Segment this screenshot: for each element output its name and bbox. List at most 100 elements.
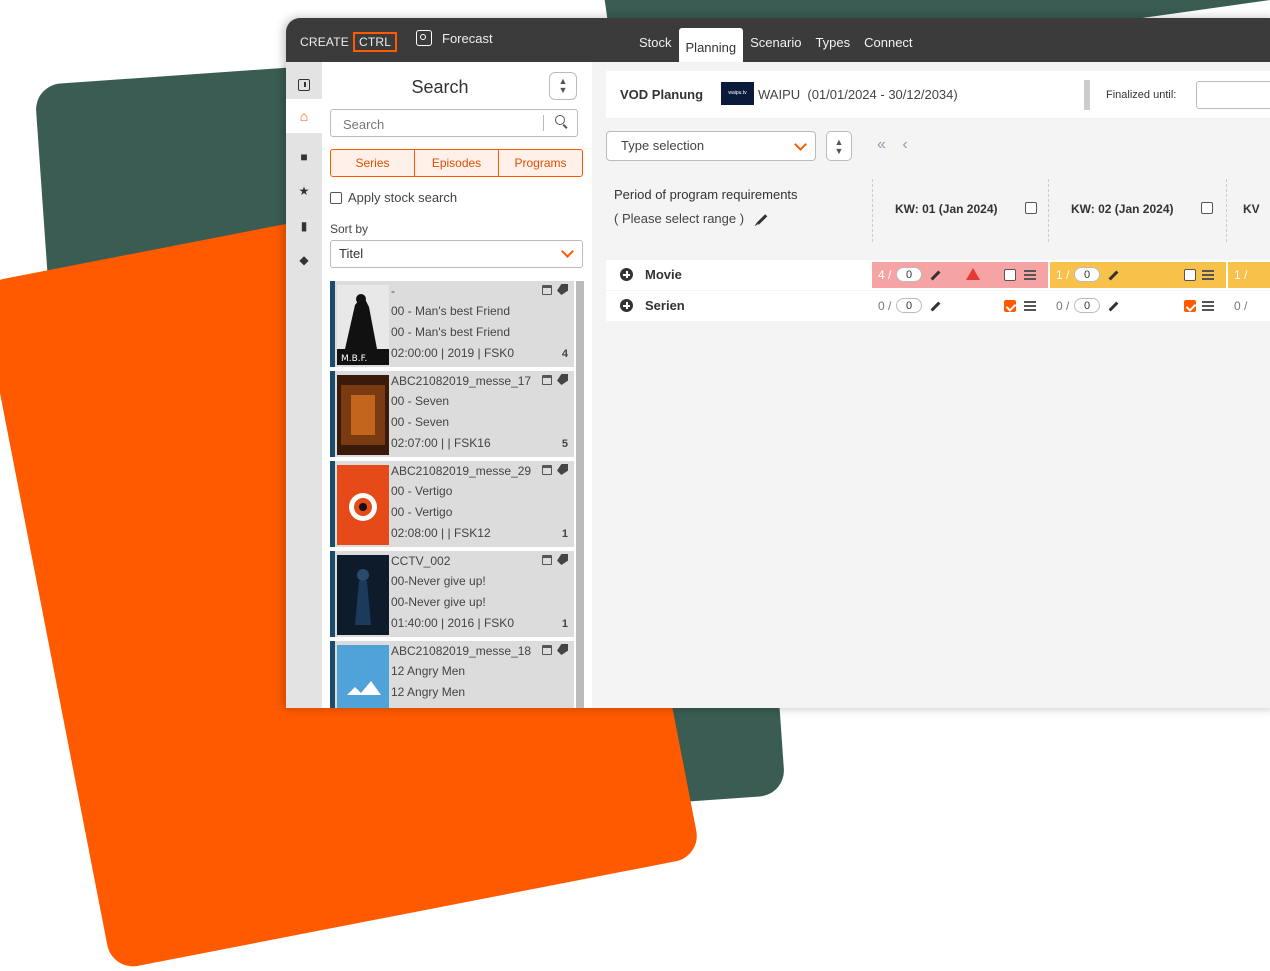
tag-icon[interactable]: ◆ (298, 254, 310, 266)
row-label[interactable]: Serien (620, 298, 685, 313)
expand-plus-icon[interactable] (620, 299, 633, 312)
calendar-icon[interactable] (542, 555, 552, 565)
star-icon[interactable]: ★ (298, 185, 310, 197)
list-icon[interactable] (1202, 301, 1214, 311)
tab-planning[interactable]: Planning (678, 28, 744, 62)
item-line: 00-Never give up! (391, 574, 486, 588)
channel-logo: waipu.tv (721, 82, 754, 105)
home-icon[interactable]: ⌂ (286, 99, 322, 133)
cell-value[interactable]: 0 (1074, 298, 1100, 313)
tag-icon[interactable] (557, 464, 568, 475)
week-cell[interactable]: 0 / (1228, 293, 1270, 319)
search-box (330, 109, 578, 137)
item-meta: 02:00:00 | 2019 | FSK0 (391, 346, 514, 360)
week-cell[interactable]: 1 / 0 (1050, 262, 1226, 288)
cell-checkbox[interactable] (1004, 300, 1016, 312)
week-cell[interactable]: 0 / 0 (872, 293, 1048, 319)
item-line: 00 - Seven (391, 415, 450, 429)
list-item[interactable]: ABC21082019_messe_29 00 - Vertigo 00 - V… (330, 461, 574, 547)
results-scrollbar[interactable] (576, 281, 584, 708)
list-item[interactable]: CCTV_002 00-Never give up! 00-Never give… (330, 551, 574, 637)
forecast-link[interactable]: Forecast (416, 30, 493, 46)
week-cell[interactable]: 0 / 0 (1050, 293, 1226, 319)
apply-stock-search-label: Apply stock search (348, 190, 458, 205)
calendar-icon[interactable] (542, 645, 552, 655)
item-title: CCTV_002 (391, 554, 451, 568)
list-icon[interactable] (1202, 270, 1214, 280)
row-label[interactable]: Movie (620, 267, 682, 282)
item-line: 12 Angry Men (391, 664, 466, 678)
item-title: ABC21082019_messe_17 (391, 374, 532, 388)
filter-episodes-button[interactable]: Episodes (415, 150, 499, 176)
week-checkbox[interactable] (1025, 202, 1037, 214)
tab-types[interactable]: Types (808, 30, 857, 62)
forecast-icon (416, 30, 432, 46)
search-icon[interactable] (555, 115, 567, 127)
search-input[interactable] (335, 113, 545, 135)
tab-scenario[interactable]: Scenario (743, 30, 808, 62)
list-icon[interactable] (1024, 270, 1036, 280)
tab-connect[interactable]: Connect (857, 30, 919, 62)
pin-icon[interactable]: ▮ (298, 220, 310, 232)
week-label: KW: 01 (Jan 2024) (895, 202, 998, 216)
cell-checkbox[interactable] (1184, 269, 1196, 281)
sort-by-value: Titel (339, 246, 364, 261)
folder-icon[interactable]: ■ (298, 151, 310, 163)
edit-pencil-icon[interactable] (930, 301, 941, 312)
period-subtitle[interactable]: ( Please select range ) (614, 211, 768, 226)
collapse-panel-icon[interactable] (298, 79, 310, 91)
poster-thumbnail (337, 465, 389, 545)
week-nav-arrows[interactable]: « ‹ (877, 136, 914, 154)
period-title: Period of program requirements (614, 187, 798, 202)
tag-icon[interactable] (557, 284, 568, 295)
sort-by-select[interactable]: Titel (330, 240, 583, 268)
item-meta: 01:40:00 | 2016 | FSK0 (391, 616, 514, 630)
edit-pencil-icon[interactable] (1108, 270, 1119, 281)
week-cell[interactable]: 1 / (1228, 262, 1270, 288)
tag-icon[interactable] (557, 554, 568, 565)
week-cell[interactable]: 4 / 0 (872, 262, 1048, 288)
cell-count: 0 / (1234, 299, 1248, 313)
list-icon[interactable] (1024, 301, 1036, 311)
cell-checkbox[interactable] (1004, 269, 1016, 281)
panel-sort-stepper[interactable]: ▲ ▼ (549, 72, 577, 100)
cell-value[interactable]: 0 (896, 267, 922, 282)
calendar-icon[interactable] (542, 375, 552, 385)
calendar-icon[interactable] (542, 465, 552, 475)
cell-checkbox[interactable] (1184, 300, 1196, 312)
edit-pencil-icon[interactable] (1108, 301, 1119, 312)
apply-stock-search-row[interactable]: Apply stock search (330, 190, 457, 205)
item-title: ABC21082019_messe_29 (391, 464, 532, 478)
content-type-filter: Series Episodes Programs (330, 149, 583, 177)
poster-thumbnail: M.B.F. (337, 285, 389, 365)
cell-count: 1 / (1056, 268, 1070, 282)
edit-pencil-icon[interactable] (756, 214, 768, 225)
filter-programs-button[interactable]: Programs (499, 150, 582, 176)
list-item[interactable]: ABC21082019_messe_17 00 - Seven 00 - Sev… (330, 371, 574, 457)
cell-value[interactable]: 0 (896, 298, 922, 313)
tag-icon[interactable] (557, 644, 568, 655)
apply-stock-search-checkbox[interactable] (330, 191, 342, 204)
filter-series-button[interactable]: Series (331, 150, 415, 176)
expand-plus-icon[interactable] (620, 268, 633, 281)
list-item[interactable]: ABC21082019_messe_18 12 Angry Men 12 Ang… (330, 641, 574, 708)
tag-icon[interactable] (557, 374, 568, 385)
type-stepper[interactable]: ▲ ▼ (826, 131, 852, 161)
finalized-until-input[interactable] (1196, 81, 1270, 109)
week-checkbox[interactable] (1201, 202, 1213, 214)
type-selection-dropdown[interactable]: Type selection (606, 131, 816, 161)
results-list: M.B.F. - 00 - Man's best Friend 00 - Man… (330, 281, 584, 708)
week-label: KV (1243, 202, 1260, 216)
search-separator (543, 115, 544, 131)
item-line: 00 - Man's best Friend (391, 325, 511, 339)
edit-pencil-icon[interactable] (930, 270, 941, 281)
cell-value[interactable]: 0 (1074, 267, 1100, 282)
finalized-divider (1084, 80, 1090, 110)
tab-stock[interactable]: Stock (632, 30, 679, 62)
item-count: 1 (561, 618, 568, 630)
list-item[interactable]: M.B.F. - 00 - Man's best Friend 00 - Man… (330, 281, 574, 367)
requirement-row-movie: Movie 4 / 0 1 / 0 1 / (606, 260, 1270, 290)
calendar-icon[interactable] (542, 285, 552, 295)
top-bar: CREATE CTRL Forecast Stock Planning Scena… (286, 18, 1270, 62)
brand-logo[interactable]: CREATE CTRL (300, 32, 398, 52)
